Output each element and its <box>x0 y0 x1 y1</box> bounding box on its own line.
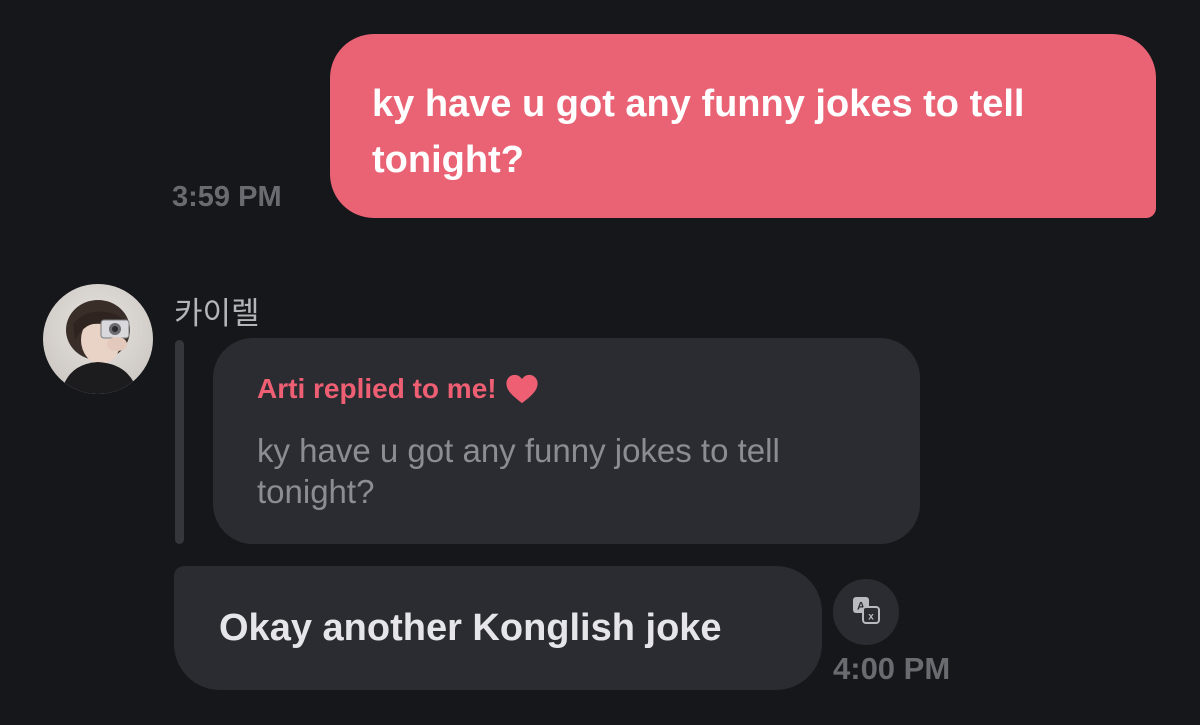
incoming-message-text: Okay another Konglish joke <box>219 606 722 649</box>
reply-header-text: Arti replied to me! <box>257 373 497 404</box>
heart-icon <box>505 373 539 405</box>
avatar-photo <box>43 284 153 394</box>
outgoing-message-time: 3:59 PM <box>172 181 282 213</box>
incoming-message-time: 4:00 PM <box>833 651 951 686</box>
sender-name[interactable]: 카이렐 <box>174 288 260 333</box>
outgoing-message-text: ky have u got any funny jokes to tell to… <box>372 83 1025 181</box>
translate-icon: A x <box>851 595 881 630</box>
reply-quoted-text: ky have u got any funny jokes to tell to… <box>257 432 780 510</box>
outgoing-message-bubble[interactable]: ky have u got any funny jokes to tell to… <box>330 34 1156 218</box>
svg-text:x: x <box>868 611 874 622</box>
incoming-message-bubble[interactable]: Okay another Konglish joke <box>174 566 822 690</box>
reply-indicator-bar <box>175 340 184 544</box>
reply-header: Arti replied to me! <box>257 372 880 406</box>
translate-button[interactable]: A x <box>833 579 899 645</box>
reply-quote-card[interactable]: Arti replied to me! ky have u got any fu… <box>213 338 920 544</box>
chat-view: ky have u got any funny jokes to tell to… <box>0 0 1200 725</box>
avatar[interactable] <box>43 284 153 394</box>
